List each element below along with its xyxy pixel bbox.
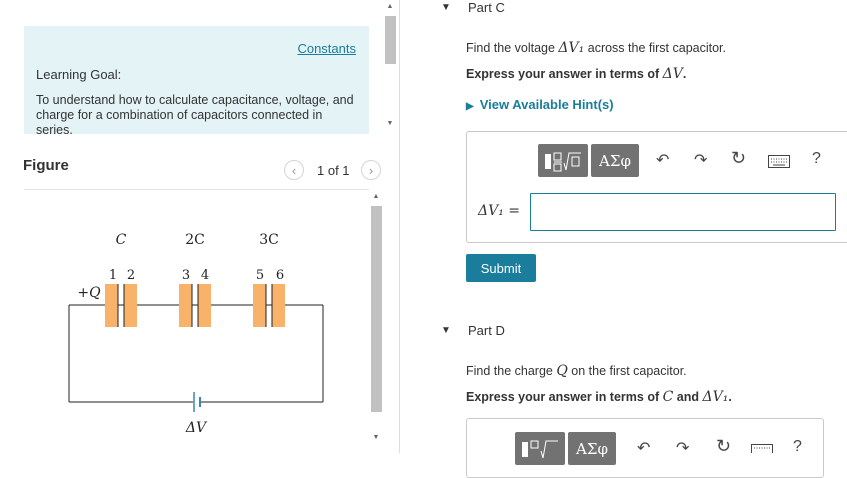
- instruction-text: Express your answer in terms of: [466, 390, 663, 404]
- instruction-variable: ΔV: [662, 66, 683, 82]
- scroll-down-arrow-icon[interactable]: ▼: [370, 434, 382, 441]
- capacitor-circuit-figure: C 2C 3C 1 2 3 4 5 6 +Q ΔV: [68, 232, 324, 436]
- plate-6: [272, 284, 285, 327]
- part-d-title: Part D: [468, 323, 505, 338]
- question-variable: ΔV₁: [558, 40, 585, 56]
- caret-right-icon: ▶: [466, 101, 474, 112]
- view-hints-link[interactable]: ▶ View Available Hint(s): [466, 97, 614, 112]
- part-d-question: Find the charge Q on the first capacitor…: [466, 363, 687, 379]
- submit-button[interactable]: Submit: [466, 254, 536, 282]
- question-text: across the first capacitor.: [584, 41, 726, 55]
- scroll-up-arrow-icon[interactable]: ▲: [370, 193, 382, 200]
- plate-number-1: 1: [109, 268, 117, 283]
- chevron-left-icon: ‹: [291, 162, 297, 178]
- plate-number-6: 6: [276, 268, 284, 283]
- figure-divider: [24, 189, 369, 190]
- part-c-title: Part C: [468, 0, 505, 15]
- part-d-instruction: Express your answer in terms of C and ΔV…: [466, 389, 732, 405]
- reset-icon[interactable]: ↻: [716, 436, 731, 457]
- next-figure-button[interactable]: ›: [361, 160, 381, 180]
- figure-page-indicator: 1 of 1: [317, 163, 350, 178]
- question-text: Find the voltage: [466, 41, 559, 55]
- answer-label: ΔV₁ =: [478, 203, 521, 219]
- instruction-variable: C: [662, 389, 674, 405]
- keyboard-icon[interactable]: [751, 444, 773, 453]
- cap-label-2: 2C: [185, 232, 205, 248]
- figure-scrollbar[interactable]: ▲ ▼: [369, 190, 384, 453]
- greek-symbols-button[interactable]: ΑΣφ: [591, 144, 639, 177]
- scrollbar-thumb[interactable]: [371, 206, 382, 412]
- part-c-instruction: Express your answer in terms of ΔV.: [466, 66, 686, 82]
- part-c-question: Find the voltage ΔV₁ across the first ca…: [466, 40, 726, 56]
- voltage-label: ΔV: [185, 420, 208, 436]
- greek-symbols-button[interactable]: ΑΣφ: [568, 432, 616, 465]
- learning-goal-text: To understand how to calculate capacitan…: [36, 93, 354, 134]
- answer-input[interactable]: [530, 193, 836, 231]
- plate-number-5: 5: [256, 268, 264, 283]
- plate-number-3: 3: [182, 268, 190, 283]
- undo-icon[interactable]: ↶: [656, 150, 669, 170]
- redo-icon[interactable]: ↷: [694, 150, 707, 170]
- help-button[interactable]: ?: [793, 438, 802, 456]
- scrollbar-thumb[interactable]: [385, 16, 396, 64]
- collapse-caret-icon[interactable]: ▼: [441, 325, 451, 336]
- instruction-variable: ΔV₁: [702, 389, 729, 405]
- plate-1: [105, 284, 118, 327]
- learning-goal-title: Learning Goal:: [36, 67, 122, 82]
- learning-goal-panel: Constants Learning Goal: To understand h…: [24, 26, 369, 134]
- previous-figure-button[interactable]: ‹: [284, 160, 304, 180]
- template-button[interactable]: [515, 432, 565, 465]
- chevron-right-icon: ›: [368, 162, 374, 178]
- learning-goal-scrollbar[interactable]: ▲ ▼: [383, 0, 398, 133]
- fraction-sqrt-template-icon: [545, 152, 581, 171]
- plate-5: [253, 284, 266, 327]
- template-button[interactable]: [538, 144, 588, 177]
- cap-label-1: C: [116, 232, 127, 248]
- scroll-down-arrow-icon[interactable]: ▼: [384, 120, 396, 127]
- collapse-caret-icon[interactable]: ▼: [441, 2, 451, 13]
- question-variable: Q: [556, 363, 568, 379]
- panel-divider: [399, 0, 400, 453]
- question-text: on the first capacitor.: [567, 364, 687, 378]
- plate-number-2: 2: [127, 268, 135, 283]
- undo-icon[interactable]: ↶: [637, 438, 650, 458]
- figure-title: Figure: [23, 157, 69, 174]
- instruction-text: Express your answer in terms of: [466, 67, 663, 81]
- instruction-text: and: [673, 390, 703, 404]
- redo-icon[interactable]: ↷: [676, 438, 689, 458]
- plate-4: [198, 284, 211, 327]
- hint-link-label: View Available Hint(s): [479, 97, 614, 112]
- reset-icon[interactable]: ↻: [731, 148, 746, 169]
- instruction-text: .: [728, 390, 732, 404]
- keyboard-icon[interactable]: [768, 155, 790, 168]
- fraction-sqrt-template-icon: [522, 440, 558, 458]
- constants-link[interactable]: Constants: [297, 41, 356, 56]
- plate-number-4: 4: [201, 268, 209, 283]
- cap-label-3: 3C: [259, 232, 279, 248]
- question-text: Find the charge: [466, 364, 557, 378]
- instruction-text: .: [682, 67, 687, 81]
- plate-3: [179, 284, 192, 327]
- charge-label: +Q: [77, 285, 101, 301]
- scroll-up-arrow-icon[interactable]: ▲: [384, 3, 396, 10]
- plate-2: [124, 284, 137, 327]
- help-button[interactable]: ?: [812, 150, 821, 168]
